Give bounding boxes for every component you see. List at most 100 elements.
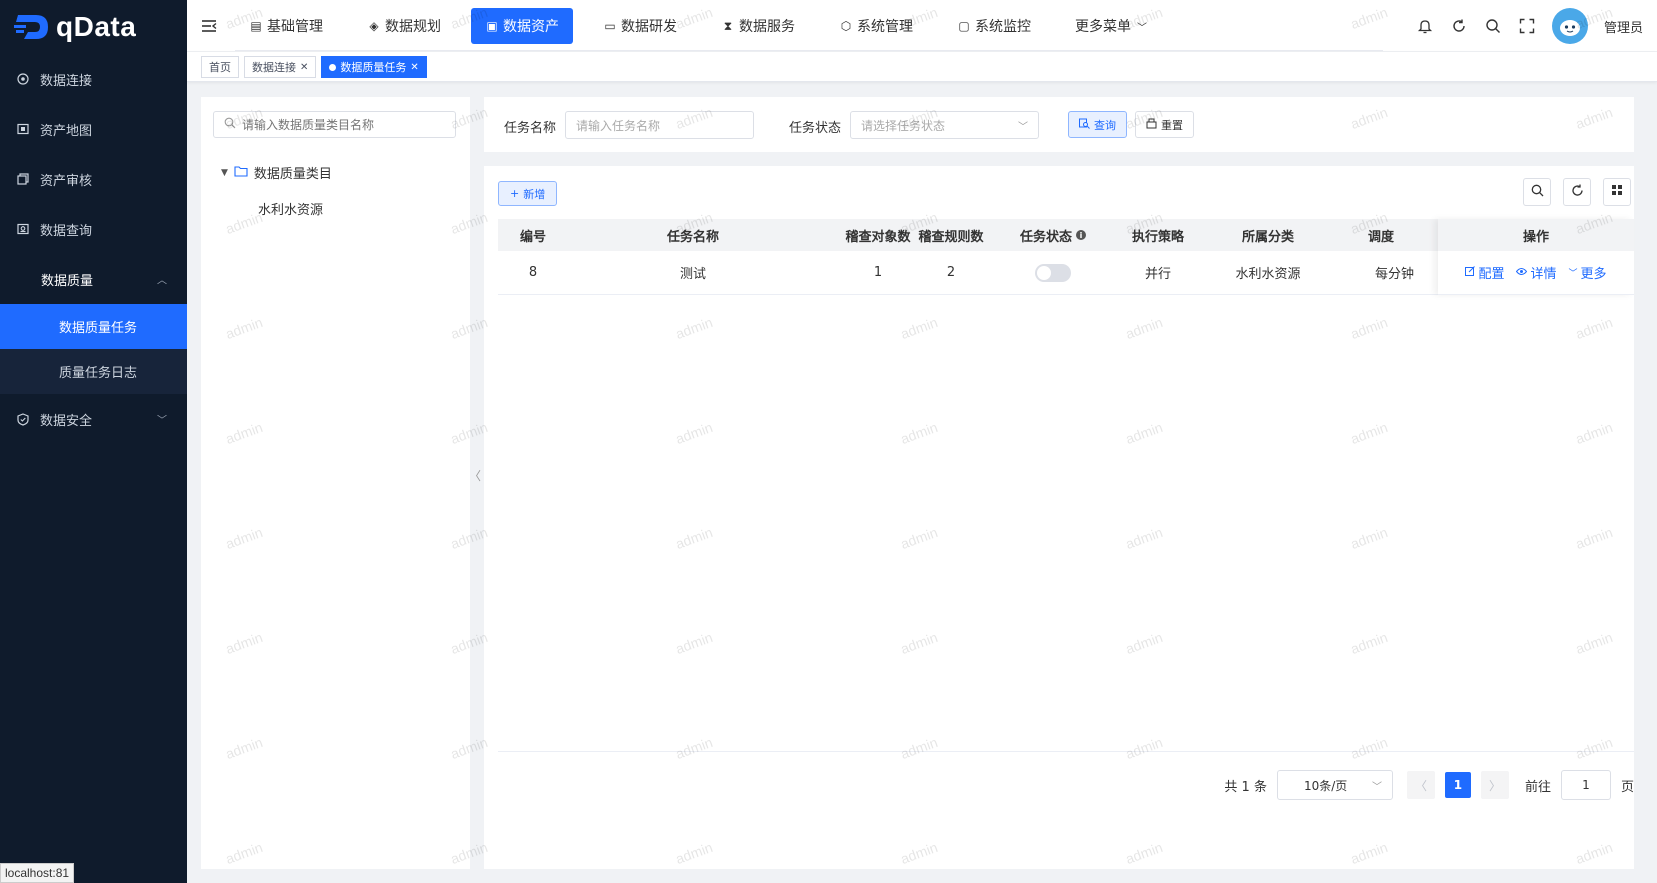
task-table: 编号 任务名称 稽查对象数 稽查规则数 任务状态 i 执行策略 所属分类 调度 … bbox=[498, 219, 1634, 295]
prev-page-button[interactable]: 〈 bbox=[1406, 771, 1435, 799]
topnav-data-planning[interactable]: ◈ 数据规划 bbox=[353, 8, 455, 44]
refresh-table-button[interactable] bbox=[1563, 178, 1591, 206]
cell-rule-count: 2 bbox=[946, 265, 956, 280]
col-category: 所属分类 bbox=[1241, 229, 1294, 245]
topnav-divider bbox=[235, 50, 1383, 51]
task-status-switch[interactable] bbox=[1035, 263, 1071, 282]
settings-icon: ⬡ bbox=[840, 19, 852, 33]
tab-data-quality-task[interactable]: 数据质量任务 ✕ bbox=[321, 56, 427, 78]
sidebar-item-label: 数据连接 bbox=[40, 73, 93, 89]
hourglass-icon: ⧗ bbox=[723, 18, 733, 33]
tree-search-box[interactable] bbox=[213, 111, 456, 138]
topnav-label: 系统管理 bbox=[857, 19, 913, 35]
detail-link[interactable]: 详情 bbox=[1516, 263, 1557, 282]
tree-search-input[interactable] bbox=[242, 117, 442, 132]
reset-button[interactable]: 重置 bbox=[1135, 111, 1194, 138]
query-button[interactable]: 查询 bbox=[1068, 111, 1127, 138]
chevron-up-icon: ︿ bbox=[157, 275, 167, 287]
sidebar-item-asset-review[interactable]: 资产审核 bbox=[0, 154, 187, 204]
plus-icon: + bbox=[510, 187, 520, 200]
topnav-data-assets[interactable]: ▣ 数据资产 bbox=[471, 8, 573, 44]
task-status-label: 任务状态 bbox=[789, 121, 842, 136]
cell-schedule: 每分钟 bbox=[1375, 267, 1415, 282]
add-button-label: 新增 bbox=[523, 187, 546, 201]
col-object-count: 稽查对象数 bbox=[845, 229, 911, 245]
more-link[interactable]: ﹀ 更多 bbox=[1569, 263, 1607, 282]
tree-node-root[interactable]: ▼ 数据质量类目 bbox=[221, 163, 332, 182]
sidebar-item-label: 资产审核 bbox=[40, 173, 93, 189]
document-icon: ▤ bbox=[250, 19, 262, 33]
avatar[interactable] bbox=[1551, 8, 1588, 44]
asset-icon: ▣ bbox=[486, 19, 498, 33]
window-icon: ▭ bbox=[604, 19, 616, 33]
cell-object-count: 1 bbox=[873, 265, 883, 280]
col-rule-count: 稽查规则数 bbox=[918, 229, 984, 245]
shield-icon bbox=[16, 412, 30, 426]
tab-label: 首页 bbox=[209, 61, 231, 74]
copy-icon bbox=[16, 172, 30, 186]
sidebar-item-data-connection[interactable]: 数据连接 bbox=[0, 54, 187, 104]
page-size-select[interactable]: 10条/页 ﹀ bbox=[1276, 770, 1393, 800]
add-button[interactable]: + 新增 bbox=[498, 181, 558, 206]
user-name[interactable]: 管理员 bbox=[1604, 17, 1643, 36]
task-status-select[interactable]: 请选择任务状态 ﹀ bbox=[850, 111, 1039, 139]
cell-category: 水利水资源 bbox=[1235, 267, 1301, 282]
sidebar-item-quality-task[interactable]: 数据质量任务 bbox=[0, 304, 187, 349]
collapse-panel-icon[interactable]: 〈 bbox=[469, 467, 481, 484]
bell-icon[interactable] bbox=[1416, 17, 1434, 35]
topnav-data-services[interactable]: ⧗ 数据服务 bbox=[707, 8, 809, 44]
topnav-data-development[interactable]: ▭ 数据研发 bbox=[589, 8, 691, 44]
topnav-system-management[interactable]: ⬡ 系统管理 bbox=[825, 8, 927, 44]
page-number-current[interactable]: 1 bbox=[1444, 772, 1471, 798]
sidebar-item-data-query[interactable]: 数据查询 bbox=[0, 204, 187, 254]
close-icon[interactable]: ✕ bbox=[300, 62, 308, 73]
chevron-down-icon: ﹀ bbox=[1371, 781, 1382, 793]
goto-page-input[interactable]: 1 bbox=[1560, 770, 1611, 800]
topnav-label: 数据服务 bbox=[739, 19, 795, 35]
topnav-system-monitor[interactable]: ▢ 系统监控 bbox=[943, 8, 1045, 44]
tab-label: 数据质量任务 bbox=[340, 61, 407, 74]
target-icon bbox=[16, 72, 30, 86]
sidebar-item-quality-log[interactable]: 质量任务日志 bbox=[0, 349, 187, 394]
active-dot-icon bbox=[329, 63, 337, 71]
monitor-icon: ▢ bbox=[958, 19, 970, 33]
search-icon bbox=[1079, 118, 1090, 132]
caret-down-icon[interactable]: ▼ bbox=[221, 168, 228, 178]
topnav-more-menu[interactable]: 更多菜单 ﹀ bbox=[1061, 8, 1163, 44]
col-task-status: 任务状态 i bbox=[998, 219, 1108, 251]
tab-data-connection[interactable]: 数据连接 ✕ bbox=[244, 56, 317, 78]
top-header: ▤ 基础管理 ◈ 数据规划 ▣ 数据资产 ▭ 数据研发 ⧗ 数据服务 ⬡ 系统管… bbox=[187, 0, 1657, 52]
toggle-search-button[interactable] bbox=[1523, 178, 1551, 206]
logo[interactable]: qData bbox=[0, 0, 187, 54]
grid-icon bbox=[1611, 184, 1623, 200]
col-strategy: 执行策略 bbox=[1131, 229, 1184, 245]
chevron-down-icon: ﹀ bbox=[157, 415, 167, 427]
close-icon[interactable]: ✕ bbox=[410, 62, 418, 73]
menu-toggle-icon[interactable] bbox=[201, 18, 217, 34]
tree-node-child[interactable]: 水利水资源 bbox=[258, 199, 323, 218]
ops-column: 操作 配置 详情 ﹀ 更多 bbox=[1438, 219, 1634, 295]
page-unit: 页 bbox=[1620, 779, 1634, 795]
sidebar-item-data-security[interactable]: 数据安全 ﹀ bbox=[0, 394, 187, 444]
sidebar-group-data-quality[interactable]: 数据质量 ︿ bbox=[0, 254, 187, 304]
detail-link-label: 详情 bbox=[1530, 267, 1557, 282]
config-link[interactable]: 配置 bbox=[1465, 263, 1504, 282]
col-task-name: 任务名称 bbox=[666, 229, 719, 245]
topnav-label: 数据研发 bbox=[621, 19, 677, 35]
sidebar-item-asset-map[interactable]: 资产地图 bbox=[0, 104, 187, 154]
cell-task-status bbox=[998, 251, 1108, 294]
columns-button[interactable] bbox=[1603, 178, 1631, 206]
info-icon[interactable]: i bbox=[1076, 230, 1086, 240]
sidebar-item-label: 数据质量任务 bbox=[59, 321, 138, 336]
fullscreen-icon[interactable] bbox=[1518, 17, 1536, 35]
tab-home[interactable]: 首页 bbox=[201, 56, 239, 78]
sidebar-submenu: 数据质量任务 质量任务日志 bbox=[0, 304, 187, 394]
topnav-basic-management[interactable]: ▤ 基础管理 bbox=[235, 8, 337, 44]
search-icon[interactable] bbox=[1484, 17, 1502, 35]
next-page-button[interactable]: 〉 bbox=[1480, 771, 1509, 799]
task-name-input[interactable]: 请输入任务名称 bbox=[565, 111, 754, 139]
top-nav: ▤ 基础管理 ◈ 数据规划 ▣ 数据资产 ▭ 数据研发 ⧗ 数据服务 ⬡ 系统管… bbox=[235, 8, 1179, 44]
refresh-icon[interactable] bbox=[1450, 17, 1468, 35]
pagination: 共 1 条 10条/页 ﹀ 〈 1 〉 前往 1 页 bbox=[1224, 770, 1634, 800]
goto-label: 前往 bbox=[1524, 779, 1551, 795]
